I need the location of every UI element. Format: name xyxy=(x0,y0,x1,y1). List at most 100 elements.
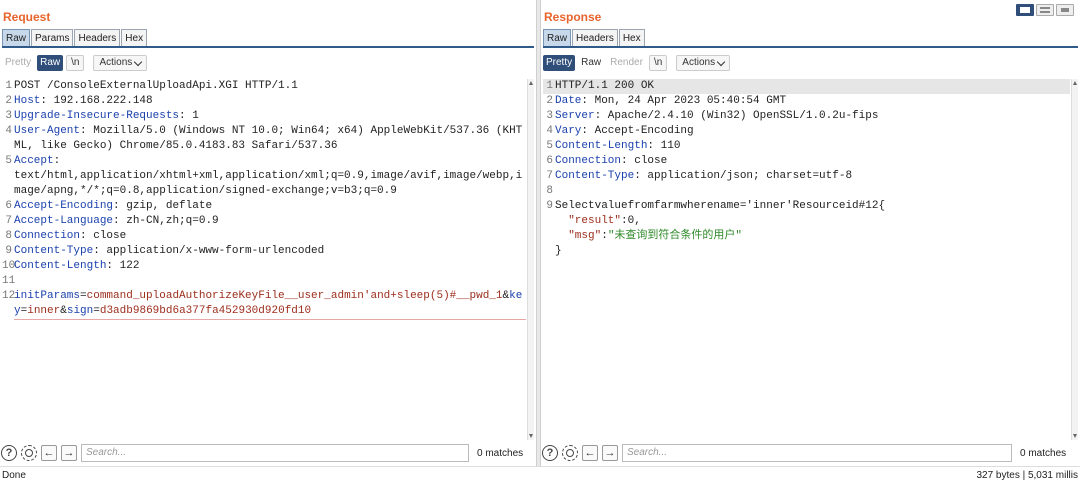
response-title: Response xyxy=(544,10,602,24)
tab-params[interactable]: Params xyxy=(31,29,74,46)
line-number: 8 xyxy=(546,185,553,197)
gear-icon[interactable] xyxy=(21,445,37,461)
scroll-down-icon[interactable] xyxy=(529,434,533,438)
status-bar: Done 327 bytes | 5,031 millis xyxy=(0,466,1080,483)
line-number: 7 xyxy=(5,215,12,227)
search-input[interactable]: Search... xyxy=(81,444,469,462)
code-token: initParams xyxy=(14,290,81,302)
line-content: Host: 192.168.222.148 xyxy=(14,94,526,109)
tab-raw[interactable]: Raw xyxy=(543,29,572,46)
help-icon[interactable]: ? xyxy=(1,445,17,461)
chevron-down-icon xyxy=(134,57,143,66)
request-tabs: Raw Params Headers Hex xyxy=(2,29,534,48)
newline-toggle[interactable]: \n xyxy=(648,55,668,71)
code-token: Content-Type xyxy=(555,170,635,182)
line-number: 4 xyxy=(546,125,553,137)
code-token: Connection xyxy=(14,230,81,242)
pretty-button[interactable]: Pretty xyxy=(2,55,34,71)
actions-menu[interactable]: Actions xyxy=(676,55,731,71)
code-line: 2 Date: Mon, 24 Apr 2023 05:40:54 GMT xyxy=(543,94,1070,109)
tab-headers[interactable]: Headers xyxy=(74,29,121,46)
code-line: 6 Accept-Encoding: gzip, deflate xyxy=(2,199,526,214)
code-line: } xyxy=(543,244,1070,259)
side-by-side-layout-icon[interactable] xyxy=(1016,4,1034,16)
line-content: Upgrade-Insecure-Requests: 1 xyxy=(14,109,526,124)
raw-button[interactable]: Raw xyxy=(578,55,604,71)
request-search-bar: ? ← → Search... 0 matches xyxy=(0,442,534,464)
line-number: 12 xyxy=(2,290,16,302)
line-number: 7 xyxy=(546,170,553,182)
line-content: Selectvaluefromfarmwherename='inner'Reso… xyxy=(555,199,1070,214)
code-line: 4 Vary: Accept-Encoding xyxy=(543,124,1070,139)
code-token: "result" xyxy=(568,215,622,227)
code-line: 10 Content-Length: 122 xyxy=(2,259,526,274)
previous-match-button[interactable]: ← xyxy=(582,445,598,461)
request-title: Request xyxy=(3,10,51,24)
line-number: 4 xyxy=(5,125,12,137)
code-token: : 110 xyxy=(647,140,681,152)
code-line: 6 Connection: close xyxy=(543,154,1070,169)
tab-hex[interactable]: Hex xyxy=(618,29,645,46)
previous-match-button[interactable]: ← xyxy=(41,445,57,461)
tab-headers[interactable]: Headers xyxy=(572,29,618,46)
response-toolbar: Pretty Raw Render \n Actions xyxy=(543,54,731,72)
line-number: 6 xyxy=(546,155,553,167)
layout-toggle xyxy=(1016,4,1074,16)
line-content xyxy=(555,184,1070,199)
newline-toggle[interactable]: \n xyxy=(66,55,85,71)
single-pane-layout-icon[interactable] xyxy=(1056,4,1074,16)
next-match-button[interactable]: → xyxy=(61,445,77,461)
line-number: 9 xyxy=(5,245,12,257)
scroll-down-icon[interactable] xyxy=(1073,434,1077,438)
code-token: User-Agent xyxy=(14,125,81,137)
stacked-layout-icon[interactable] xyxy=(1036,4,1054,16)
match-count: 0 matches xyxy=(1020,447,1067,459)
line-number xyxy=(543,229,555,244)
line-number: 1 xyxy=(546,80,553,92)
line-content xyxy=(14,274,526,289)
code-token: Accept-Encoding xyxy=(14,200,114,212)
raw-button[interactable]: Raw xyxy=(37,55,64,71)
line-number: 11 xyxy=(2,275,16,287)
scroll-up-icon[interactable] xyxy=(1073,81,1077,85)
help-icon[interactable]: ? xyxy=(542,445,558,461)
line-content: User-Agent: Mozilla/5.0 (Windows NT 10.0… xyxy=(14,124,526,154)
request-scrollbar[interactable] xyxy=(527,79,534,440)
line-number: 3 xyxy=(546,110,553,122)
code-token: : Mon, 24 Apr 2023 05:40:54 GMT xyxy=(581,95,787,107)
code-token: :0, xyxy=(621,215,641,227)
line-content: Accept-Encoding: gzip, deflate xyxy=(14,199,526,214)
code-line: 7 Content-Type: application/json; charset… xyxy=(543,169,1070,184)
code-token: Content-Length xyxy=(555,140,648,152)
line-number: 1 xyxy=(5,80,12,92)
line-content: Vary: Accept-Encoding xyxy=(555,124,1070,139)
line-content: } xyxy=(555,244,1070,259)
code-token: : gzip, deflate xyxy=(113,200,213,212)
response-scrollbar[interactable] xyxy=(1071,79,1078,440)
actions-menu[interactable]: Actions xyxy=(93,55,148,71)
gear-icon[interactable] xyxy=(562,445,578,461)
search-input[interactable]: Search... xyxy=(622,444,1012,462)
line-content: Content-Length: 110 xyxy=(555,139,1070,154)
chevron-down-icon xyxy=(716,57,726,66)
scroll-up-icon[interactable] xyxy=(529,81,533,85)
pretty-button[interactable]: Pretty xyxy=(543,55,576,71)
code-line: 1 POST /ConsoleExternalUploadApi.XGI HTTP… xyxy=(2,79,526,94)
tab-hex[interactable]: Hex xyxy=(121,29,148,46)
tab-raw[interactable]: Raw xyxy=(2,29,31,46)
actions-label: Actions xyxy=(682,57,716,68)
status-text: Done xyxy=(2,469,26,481)
response-editor[interactable]: 1 HTTP/1.1 200 OK 2 Date: Mon, 24 Apr 2023 … xyxy=(543,79,1070,440)
code-token: = xyxy=(93,305,100,317)
code-token: = xyxy=(80,290,87,302)
code-line: 12 initParams=command_uploadAuthorizeKeyF… xyxy=(2,289,526,320)
line-number: 10 xyxy=(2,260,16,272)
render-button[interactable]: Render xyxy=(607,55,646,71)
request-editor[interactable]: 1 POST /ConsoleExternalUploadApi.XGI HTTP… xyxy=(2,79,526,440)
code-token: : Accept-Encoding xyxy=(581,125,694,137)
code-token: HTTP/1.1 200 OK xyxy=(555,80,655,92)
code-token: Content-Type xyxy=(14,245,94,257)
next-match-button[interactable]: → xyxy=(602,445,618,461)
line-content: POST /ConsoleExternalUploadApi.XGI HTTP/… xyxy=(14,79,526,94)
